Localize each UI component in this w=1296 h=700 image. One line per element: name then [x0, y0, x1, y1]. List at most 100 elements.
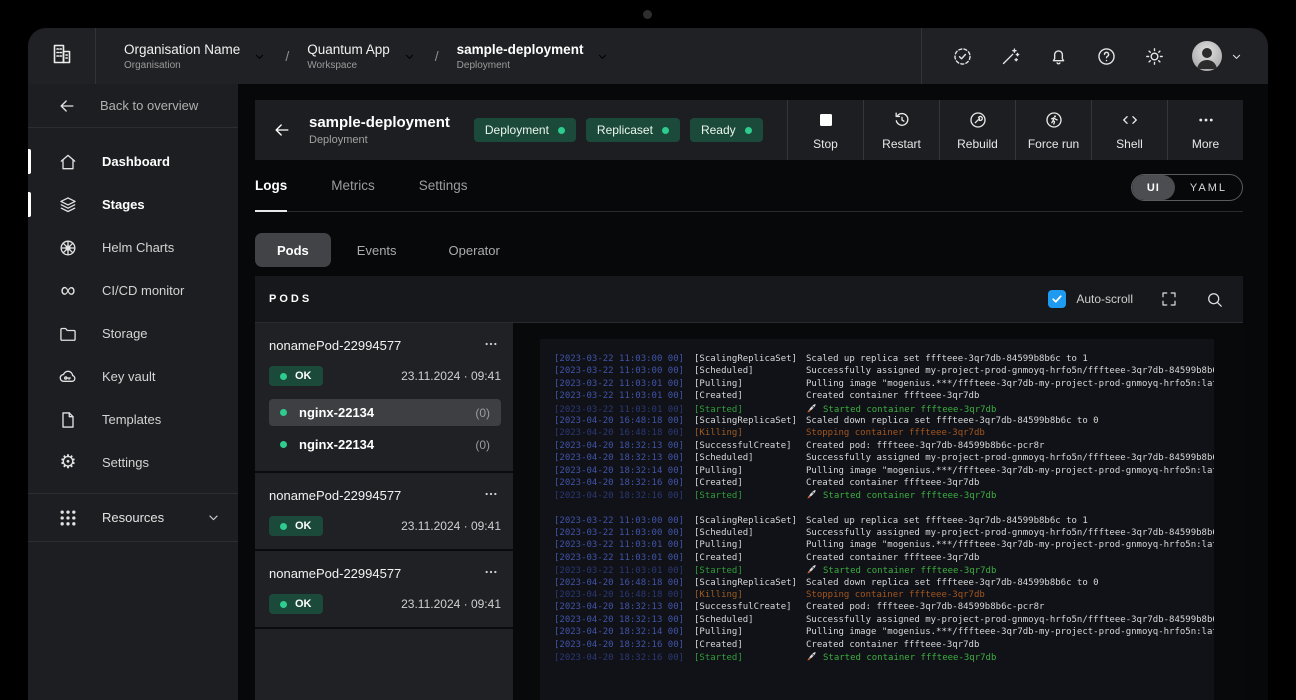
back-button[interactable] — [255, 100, 309, 160]
log-message: Started container fffteee-3qr7db — [806, 653, 996, 663]
sidebar-item-key-vault[interactable]: Key vault — [28, 355, 238, 398]
log-timestamp: [2023-04-20 18:32:16 00] — [554, 477, 694, 489]
status-dot — [280, 409, 287, 416]
log-timestamp: [2023-04-20 18:32:13 00] — [554, 614, 694, 626]
log-timestamp: [2023-03-22 11:03:00 00] — [554, 527, 694, 539]
pod-date: 23.11.2024 · 09:41 — [401, 597, 501, 611]
pod-name: nonamePod-22994577 — [269, 338, 401, 353]
container-row[interactable]: nginx-22134(0) — [269, 431, 501, 458]
restart-button[interactable]: Restart — [863, 100, 939, 160]
pod-menu-button[interactable] — [481, 562, 501, 585]
container-restart-count: (0) — [475, 406, 490, 420]
container-name: nginx-22134 — [299, 437, 463, 452]
log-event: [Scheduled] — [694, 452, 806, 464]
fullscreen-button[interactable] — [1160, 290, 1178, 308]
log-message: Created container fffteee-3qr7db — [806, 391, 979, 401]
app-logo[interactable] — [28, 28, 96, 84]
status-dot — [280, 441, 287, 448]
pod-status-label: OK — [295, 520, 312, 532]
sidebar-item-label: Settings — [102, 455, 149, 470]
log-message-text: Started container fffteee-3qr7db — [823, 566, 996, 576]
sidebar-item-ci-cd-monitor[interactable]: ∞CI/CD monitor — [28, 269, 238, 312]
pod-card[interactable]: nonamePod-22994577OK23.11.2024 · 09:41ng… — [255, 323, 513, 473]
log-message: Successfully assigned my-project-prod-gn… — [806, 453, 1214, 463]
help-circle-icon — [1096, 46, 1117, 67]
log-timestamp: [2023-03-22 11:03:01 00] — [554, 378, 694, 390]
stop-button[interactable]: Stop — [787, 100, 863, 160]
subtab-operator[interactable]: Operator — [423, 233, 526, 267]
subtab-pods[interactable]: Pods — [255, 233, 331, 267]
back-to-overview[interactable]: Back to overview — [28, 84, 238, 128]
shell-button[interactable]: Shell — [1091, 100, 1167, 160]
tab-logs[interactable]: Logs — [255, 176, 287, 211]
container-row[interactable]: nginx-22134 (0) — [269, 399, 501, 426]
container-name: nginx-22134 — [299, 405, 463, 420]
app-window: Organisation NameOrganisation/Quantum Ap… — [28, 28, 1268, 700]
search-button[interactable] — [1205, 290, 1224, 309]
force-run-icon — [1044, 110, 1064, 130]
sidebar-item-dashboard[interactable]: Dashboard — [28, 140, 238, 183]
log-event: [Started] — [694, 652, 806, 663]
log-message: Scaled down replica set fffteee-3qr7db-8… — [806, 416, 1099, 426]
sidebar-item-storage[interactable]: Storage — [28, 312, 238, 355]
gear-icon: ⚙ — [57, 453, 79, 472]
sidebar-item-templates[interactable]: Templates — [28, 398, 238, 441]
toggle-yaml[interactable]: YAML — [1175, 175, 1242, 200]
assistant-button[interactable] — [1000, 46, 1021, 67]
status-dot — [745, 127, 752, 134]
sidebar-item-helm-charts[interactable]: Helm Charts — [28, 226, 238, 269]
log-message: Created pod: fffteee-3qr7db-84599b8b6c-p… — [806, 602, 1044, 612]
auto-scroll-control: Auto-scroll — [1048, 290, 1133, 308]
notifications-button[interactable] — [1048, 46, 1069, 67]
help-button[interactable] — [1096, 46, 1117, 67]
toggle-ui[interactable]: UI — [1132, 175, 1175, 200]
action-label: Restart — [882, 137, 921, 151]
breadcrumb-item-organisation[interactable]: Organisation NameOrganisation — [124, 42, 267, 71]
pod-card[interactable]: nonamePod-22994577OK23.11.2024 · 09:41 — [255, 551, 513, 629]
sidebar-item-settings[interactable]: ⚙ Settings — [28, 441, 238, 484]
sidebar-item-stages[interactable]: Stages — [28, 183, 238, 226]
log-timestamp: [2023-03-22 11:03:01 00] — [554, 404, 694, 415]
status-badges: DeploymentReplicasetReady — [474, 118, 787, 142]
status-check-button[interactable] — [952, 46, 973, 67]
status-dot — [280, 523, 287, 530]
log-timestamp: [2023-04-20 18:32:13 00] — [554, 601, 694, 613]
breadcrumb-subtitle: Organisation — [124, 60, 240, 71]
log-viewer[interactable]: [2023-03-22 11:03:00 00][ScalingReplicaS… — [540, 339, 1214, 700]
log-line: [2023-03-22 11:03:01 00][Pulling]Pulling… — [554, 539, 1214, 551]
pod-menu-button[interactable] — [481, 334, 501, 357]
log-event: [Pulling] — [694, 378, 806, 390]
subtab-bar: PodsEventsOperator — [255, 233, 1243, 267]
log-timestamp: [2023-04-20 18:32:14 00] — [554, 465, 694, 477]
log-timestamp: [2023-04-20 18:32:13 00] — [554, 440, 694, 452]
subtab-events[interactable]: Events — [331, 233, 423, 267]
theme-toggle-button[interactable] — [1144, 46, 1165, 67]
log-line: [2023-03-22 11:03:01 00][Created]Created… — [554, 390, 1214, 402]
log-event: [Created] — [694, 552, 806, 564]
auto-scroll-checkbox[interactable] — [1048, 290, 1066, 308]
log-message: Created container fffteee-3qr7db — [806, 553, 979, 563]
breadcrumb-text: Quantum AppWorkspace — [307, 42, 390, 71]
sidebar-item-resources[interactable]: Resources — [28, 493, 238, 542]
pods-panel-body: nonamePod-22994577OK23.11.2024 · 09:41ng… — [255, 323, 1243, 700]
log-event: [Started] — [694, 490, 806, 501]
breadcrumb-item-workspace[interactable]: Quantum AppWorkspace — [307, 42, 417, 71]
rebuild-icon — [968, 110, 988, 130]
file-icon — [57, 410, 79, 430]
log-block-gap — [554, 502, 1214, 515]
title-block: sample-deployment Deployment — [309, 114, 450, 146]
pod-menu-button[interactable] — [481, 484, 501, 507]
user-menu[interactable] — [1192, 41, 1244, 71]
more-button[interactable]: More — [1167, 100, 1243, 160]
magic-wand-icon — [1000, 46, 1021, 67]
pod-card[interactable]: nonamePod-22994577OK23.11.2024 · 09:41 — [255, 473, 513, 551]
force-run-button[interactable]: Force run — [1015, 100, 1091, 160]
rebuild-button[interactable]: Rebuild — [939, 100, 1015, 160]
log-event: [Started] — [694, 404, 806, 415]
building-icon — [50, 42, 74, 71]
breadcrumb-item-deployment[interactable]: sample-deploymentDeployment — [457, 42, 611, 71]
log-line: [2023-04-20 18:32:16 00][Started]Started… — [554, 489, 1214, 501]
log-line: [2023-04-20 16:48:18 00][ScalingReplicaS… — [554, 577, 1214, 589]
tab-settings[interactable]: Settings — [419, 176, 468, 211]
tab-metrics[interactable]: Metrics — [331, 176, 375, 211]
